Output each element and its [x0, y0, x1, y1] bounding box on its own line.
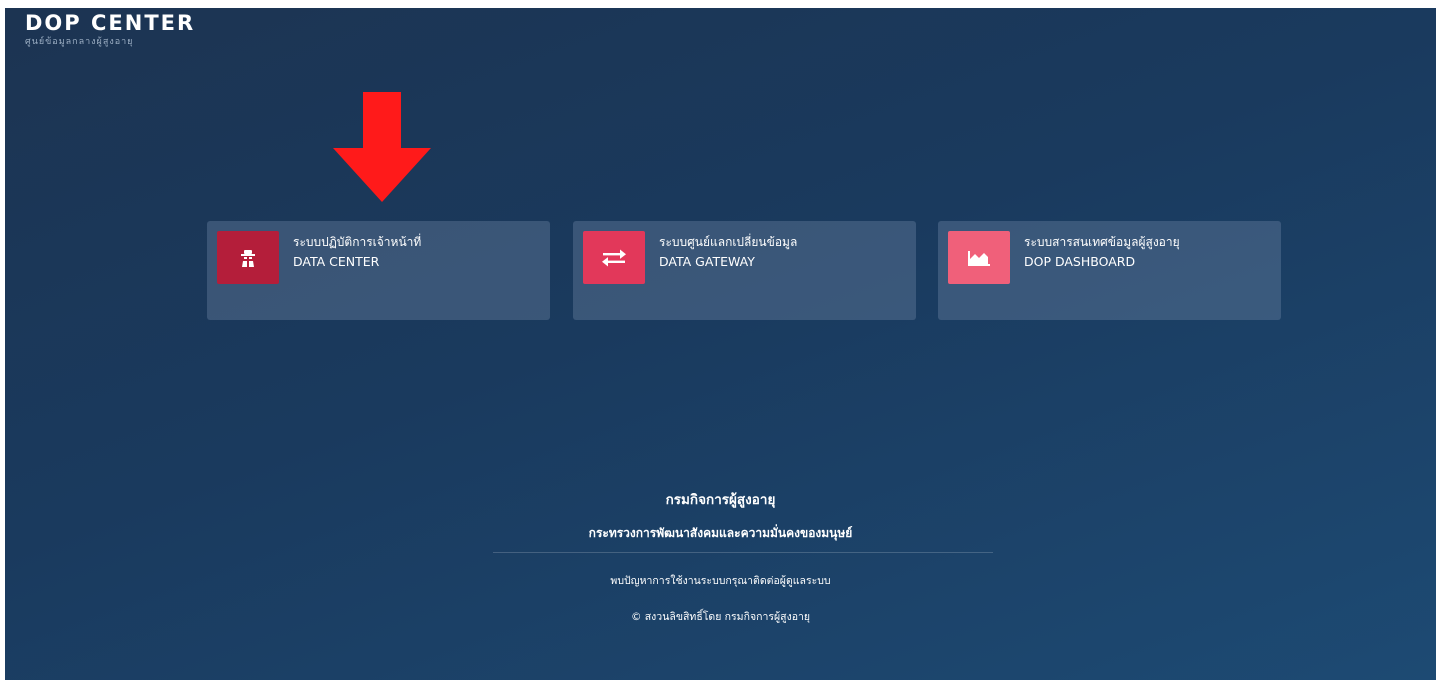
footer-ministry: กระทรวงการพัฒนาสังคมและความมั่นคงของมนุษ… [588, 526, 853, 540]
footer-organization: กรมกิจการผู้สูงอายุ [665, 492, 776, 508]
page-background: DOP CENTER ศูนย์ข้อมูลกลางผู้สูงอายุ ระบ… [5, 8, 1436, 680]
footer-contact-text: พบปัญหาการใช้งานระบบกรุณาติดต่อผู้ดูแลระ… [610, 575, 831, 587]
area-chart-icon [948, 231, 1010, 284]
card-data-center[interactable]: ระบบปฏิบัติการเจ้าหน้าที่ DATA CENTER [207, 221, 550, 320]
card-title-en: DATA CENTER [293, 254, 380, 269]
footer-divider [493, 552, 993, 553]
card-dop-dashboard-text: ระบบสารสนเทศข้อมูลผู้สูงอายุ DOP DASHBOA… [1024, 233, 1180, 271]
card-title-th: ระบบสารสนเทศข้อมูลผู้สูงอายุ [1024, 235, 1180, 249]
brand-logo[interactable]: DOP CENTER ศูนย์ข้อมูลกลางผู้สูงอายุ [25, 10, 195, 48]
card-title-en: DATA GATEWAY [659, 254, 755, 269]
card-title-en: DOP DASHBOARD [1024, 254, 1136, 269]
brand-title: DOP CENTER [25, 11, 196, 35]
card-title-th: ระบบศูนย์แลกเปลี่ยนข้อมูล [659, 235, 798, 249]
card-data-center-text: ระบบปฏิบัติการเจ้าหน้าที่ DATA CENTER [293, 233, 421, 271]
card-data-gateway[interactable]: ระบบศูนย์แลกเปลี่ยนข้อมูล DATA GATEWAY [573, 221, 916, 320]
brand-subtitle: ศูนย์ข้อมูลกลางผู้สูงอายุ [25, 37, 134, 47]
red-down-arrow-annotation [333, 92, 431, 202]
system-cards: ระบบปฏิบัติการเจ้าหน้าที่ DATA CENTER ระ… [207, 221, 1281, 320]
card-data-gateway-text: ระบบศูนย์แลกเปลี่ยนข้อมูล DATA GATEWAY [659, 233, 797, 271]
card-title-th: ระบบปฏิบัติการเจ้าหน้าที่ [293, 235, 422, 249]
card-dop-dashboard[interactable]: ระบบสารสนเทศข้อมูลผู้สูงอายุ DOP DASHBOA… [938, 221, 1281, 320]
footer-copyright: © สงวนลิขสิทธิ์โดย กรมกิจการผู้สูงอายุ [630, 611, 811, 623]
swap-arrows-icon [583, 231, 645, 284]
spy-icon [217, 231, 279, 284]
